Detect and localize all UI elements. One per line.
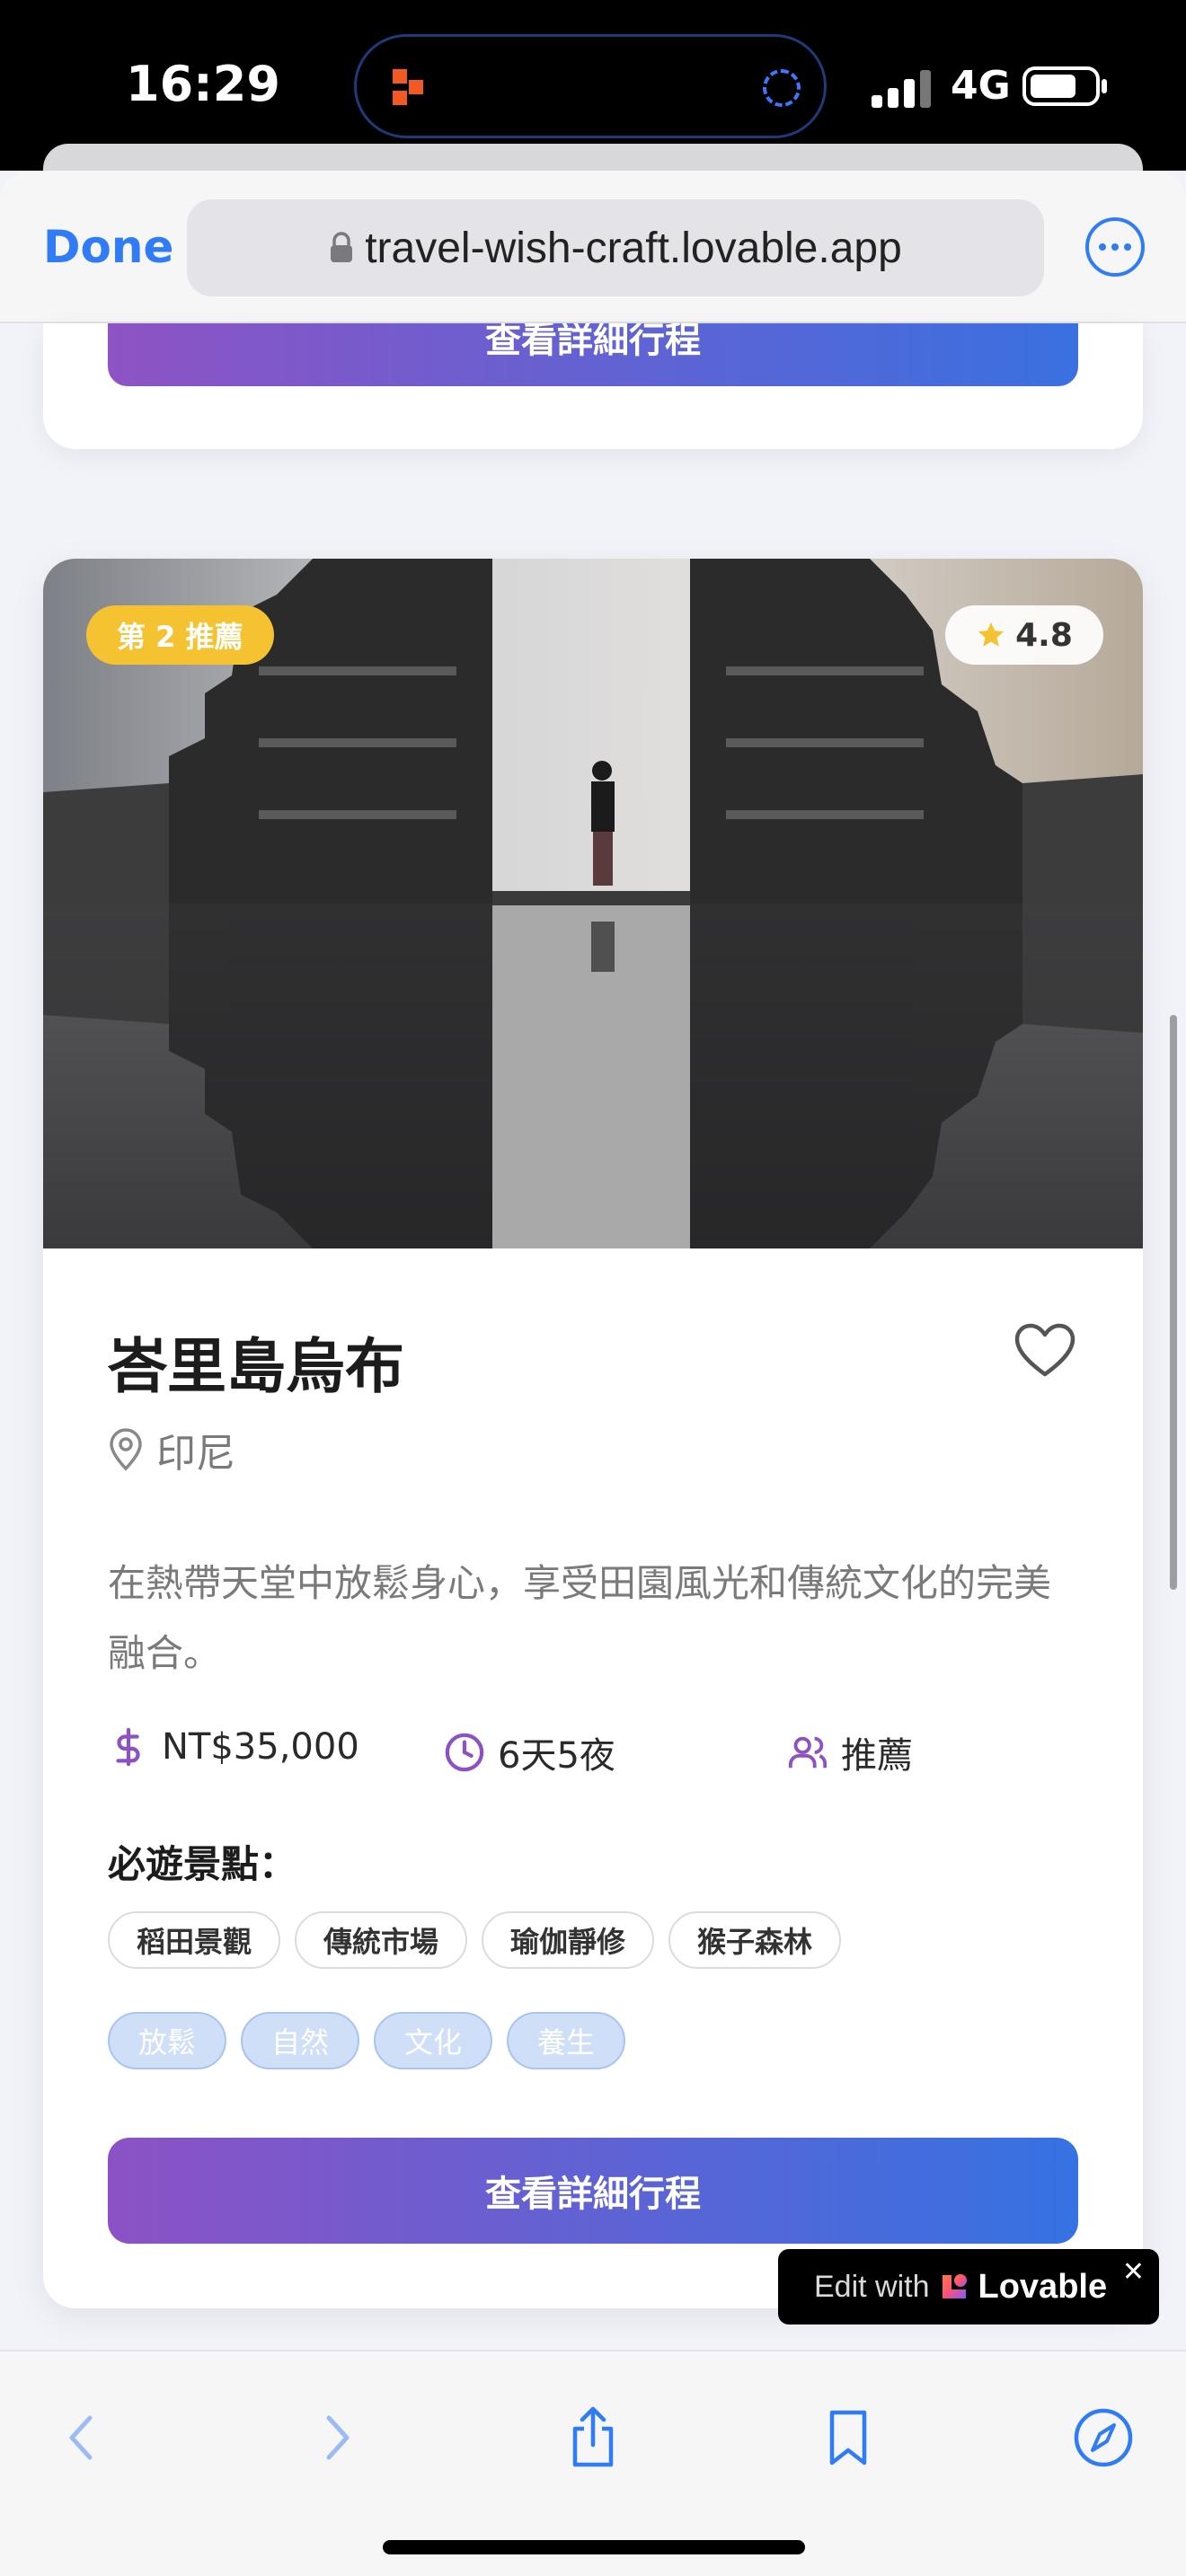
lovable-edit-text: Edit with bbox=[814, 2269, 930, 2304]
url-field[interactable]: travel-wish-craft.lovable.app bbox=[187, 199, 1044, 296]
cellular-signal-icon bbox=[872, 70, 931, 108]
bookmarks-icon[interactable] bbox=[816, 2405, 881, 2470]
location-row: 印尼 bbox=[108, 1421, 235, 1478]
heart-icon[interactable] bbox=[1013, 1322, 1076, 1380]
lovable-logo-icon bbox=[942, 2274, 967, 2298]
dynamic-island[interactable] bbox=[354, 34, 827, 138]
battery-icon bbox=[1022, 66, 1107, 106]
previous-view-details-button[interactable]: 查看詳細行程 bbox=[108, 323, 1078, 386]
duration-meta: 6天5夜 bbox=[444, 1726, 615, 1778]
view-details-button[interactable]: 查看詳細行程 bbox=[108, 2138, 1078, 2244]
star-icon bbox=[978, 622, 1005, 647]
scrollbar[interactable] bbox=[1170, 1015, 1177, 1590]
forward-icon[interactable] bbox=[304, 2405, 368, 2470]
home-indicator[interactable] bbox=[383, 2540, 805, 2554]
spot-chip: 傳統市場 bbox=[295, 1911, 468, 1969]
tag-chip: 養生 bbox=[507, 2012, 626, 2069]
url-text: travel-wish-craft.lovable.app bbox=[365, 224, 902, 272]
destination-description: 在熱帶天堂中放鬆身心，享受田園風光和傳統文化的完美融合。 bbox=[108, 1561, 1052, 1675]
back-icon[interactable] bbox=[50, 2405, 115, 2470]
tag-chip: 自然 bbox=[241, 2012, 360, 2069]
edit-with-lovable-badge[interactable]: Edit with Lovable ✕ bbox=[778, 2249, 1159, 2325]
tags-list: 放鬆 自然 文化 養生 bbox=[108, 2012, 626, 2069]
close-icon[interactable]: ✕ bbox=[1122, 2256, 1145, 2288]
price-text: NT$35,000 bbox=[162, 1726, 359, 1768]
lovable-brand: Lovable bbox=[978, 2267, 1108, 2306]
network-type: 4G bbox=[951, 63, 1011, 109]
map-pin-icon bbox=[110, 1428, 142, 1471]
clock-icon bbox=[445, 1733, 484, 1772]
rating-value: 4.8 bbox=[1015, 616, 1073, 654]
destination-card: 第 2 推薦 4.8 峇里島烏布 印尼 在熱帶天堂中放鬆身心，享受田園風光和傳統… bbox=[43, 559, 1143, 2308]
duration-text: 6天5夜 bbox=[498, 1735, 615, 1777]
done-button[interactable]: Done bbox=[43, 221, 173, 273]
price-meta: NT$35,000 bbox=[108, 1726, 359, 1768]
location-text: 印尼 bbox=[156, 1431, 235, 1477]
activity-ring-icon bbox=[763, 69, 801, 107]
lock-icon bbox=[331, 232, 353, 262]
spot-chip: 猴子森林 bbox=[668, 1911, 842, 1969]
destination-title: 峇里島烏布 bbox=[108, 1332, 404, 1401]
spots-list: 稻田景觀 傳統市場 瑜伽靜修 猴子森林 bbox=[108, 1911, 842, 1969]
browser-address-bar: Done travel-wish-craft.lovable.app bbox=[0, 171, 1186, 323]
compass-icon[interactable] bbox=[1071, 2405, 1136, 2470]
status-time: 16:29 bbox=[126, 56, 280, 112]
more-options-icon[interactable] bbox=[1085, 217, 1145, 277]
app-activity-icon bbox=[393, 69, 423, 105]
share-icon[interactable] bbox=[561, 2405, 625, 2470]
spots-title: 必遊景點： bbox=[108, 1842, 297, 1886]
audience-meta: 推薦 bbox=[787, 1726, 913, 1778]
spot-chip: 稻田景觀 bbox=[108, 1911, 281, 1969]
tag-chip: 文化 bbox=[374, 2012, 493, 2069]
trip-meta-row: NT$35,000 6天5夜 推薦 bbox=[108, 1726, 1087, 1780]
previous-destination-card: 查看詳細行程 bbox=[43, 323, 1143, 449]
audience-text: 推薦 bbox=[841, 1735, 913, 1777]
users-icon bbox=[788, 1736, 828, 1769]
tag-chip: 放鬆 bbox=[108, 2012, 227, 2069]
spot-chip: 瑜伽靜修 bbox=[482, 1911, 655, 1969]
dollar-icon bbox=[116, 1727, 140, 1767]
rating-badge: 4.8 bbox=[945, 605, 1103, 665]
rank-badge: 第 2 推薦 bbox=[86, 605, 274, 665]
